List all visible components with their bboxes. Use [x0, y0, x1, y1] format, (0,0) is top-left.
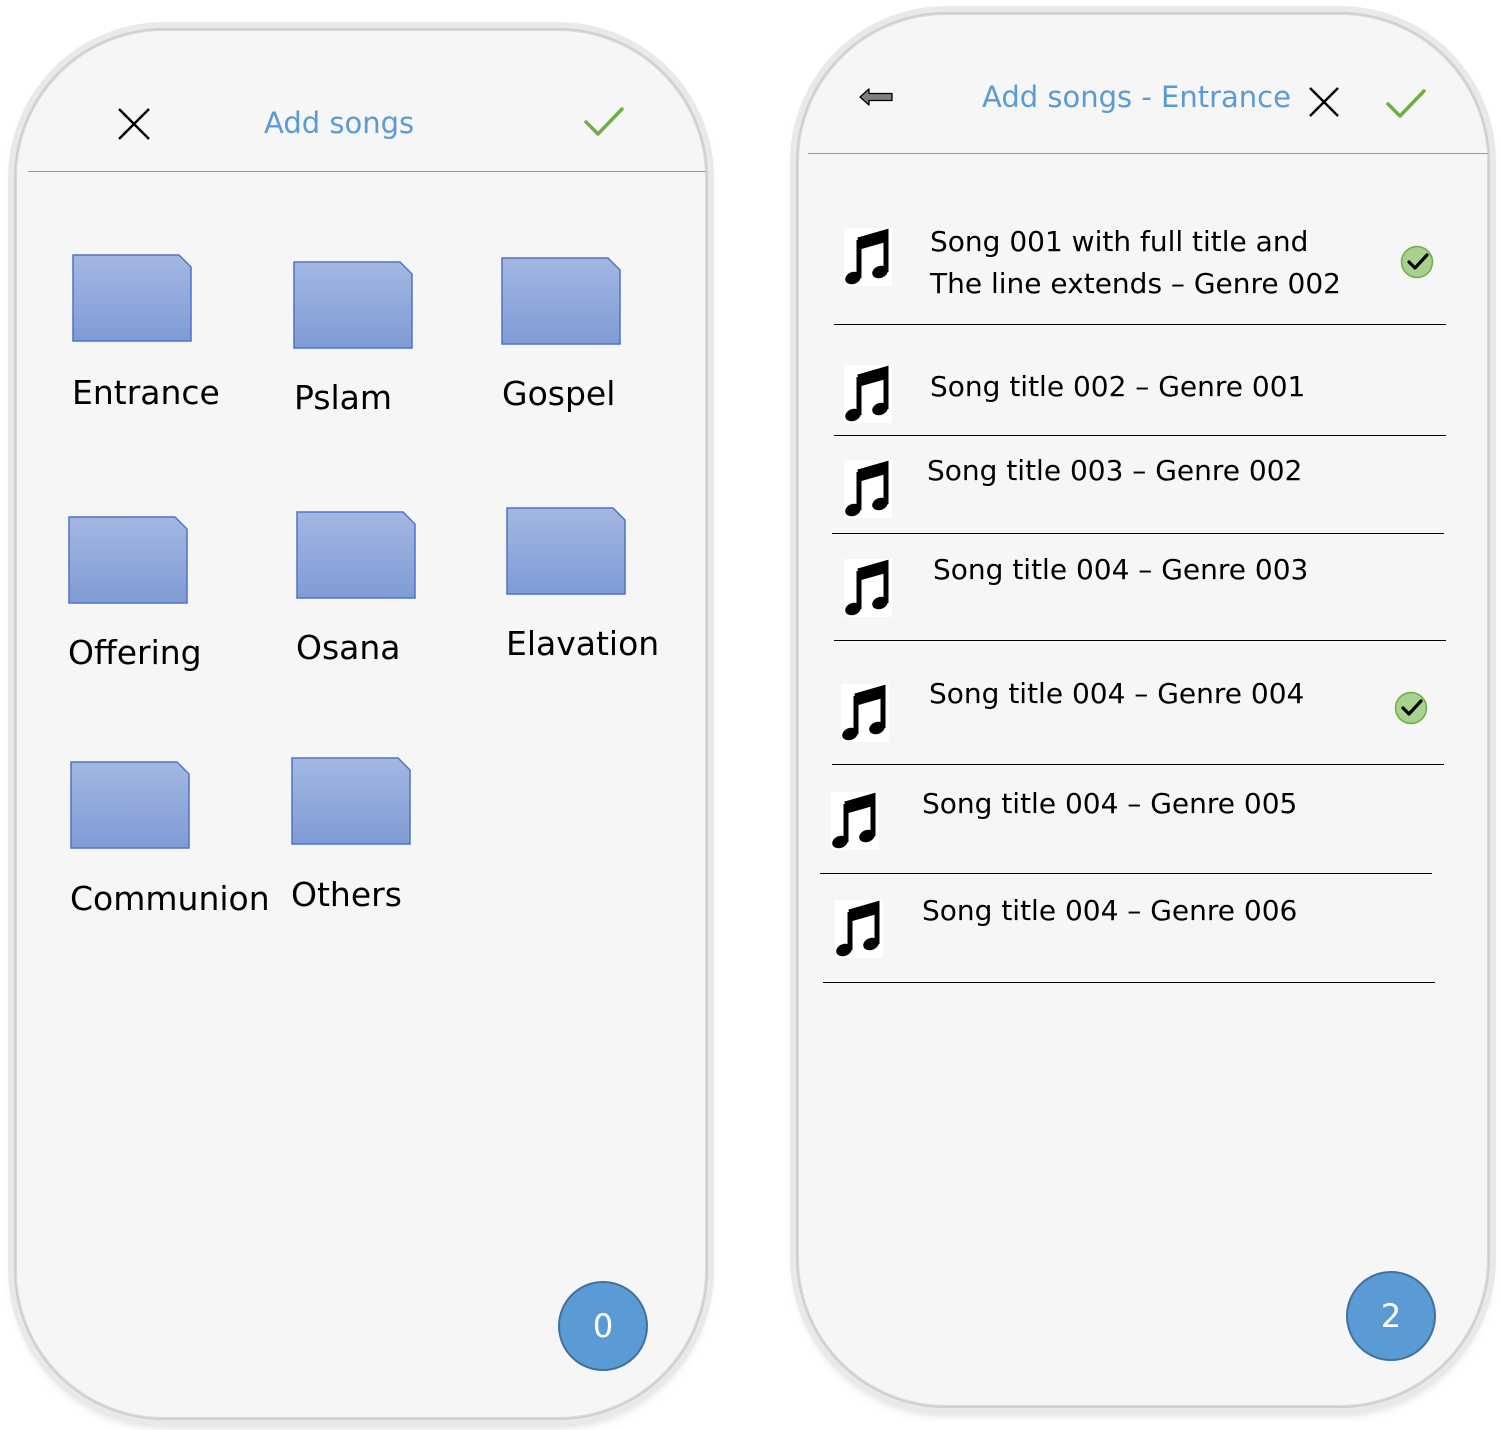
selected-count-badge[interactable]: 2: [1346, 1271, 1436, 1361]
folder-icon: [506, 507, 626, 595]
selected-check-icon[interactable]: [1394, 691, 1428, 725]
category-label[interactable]: Others: [291, 875, 402, 914]
folder-icon: [293, 261, 413, 349]
song-title: Song title 004 – Genre 005: [922, 787, 1298, 820]
row-divider: [832, 533, 1444, 534]
category-label[interactable]: Communion: [70, 879, 270, 918]
header-divider: [28, 171, 706, 172]
selected-count-badge[interactable]: 0: [558, 1281, 648, 1371]
category-folder[interactable]: [291, 757, 411, 845]
row-divider: [834, 324, 1446, 325]
row-divider: [820, 873, 1432, 874]
category-folder[interactable]: [68, 516, 188, 604]
category-label[interactable]: Entrance: [72, 373, 220, 412]
music-note-icon: [835, 900, 883, 958]
song-title: Song title 004 – Genre 006: [922, 894, 1298, 927]
folder-icon: [72, 254, 192, 342]
song-title: Song 001 with full title and: [930, 225, 1309, 258]
category-folder[interactable]: [506, 507, 626, 595]
song-title: Song title 002 – Genre 001: [930, 370, 1306, 403]
folder-icon: [70, 761, 190, 849]
checkmark-icon: [584, 107, 624, 136]
song-title: Song title 004 – Genre 003: [933, 553, 1309, 586]
category-label[interactable]: Gospel: [502, 374, 615, 413]
confirm-button[interactable]: [1384, 86, 1428, 122]
folder-icon: [501, 257, 621, 345]
category-folder[interactable]: [72, 254, 192, 342]
back-arrow-icon: [859, 88, 893, 106]
header-divider: [808, 153, 1488, 154]
close-button[interactable]: [112, 102, 156, 146]
checkmark-icon: [1386, 89, 1426, 118]
folder-icon: [68, 516, 188, 604]
category-folder[interactable]: [293, 261, 413, 349]
page-title: Add songs: [264, 106, 415, 140]
close-icon: [1309, 87, 1339, 117]
music-note-icon: [844, 460, 892, 518]
category-folder[interactable]: [296, 511, 416, 599]
row-divider: [832, 764, 1444, 765]
close-button[interactable]: [1304, 82, 1344, 122]
category-label[interactable]: Pslam: [294, 378, 392, 417]
row-divider: [834, 435, 1446, 436]
back-button[interactable]: [856, 84, 896, 110]
category-folder[interactable]: [501, 257, 621, 345]
music-note-icon: [841, 684, 889, 742]
song-title: Song title 003 – Genre 002: [927, 454, 1303, 487]
music-note-icon: [831, 792, 879, 850]
row-divider: [834, 640, 1446, 641]
folder-icon: [296, 511, 416, 599]
category-folder[interactable]: [70, 761, 190, 849]
add-songs-screen: Add songs Entrance Pslam Gospel Offering Osa…: [14, 28, 708, 1420]
song-title: Song title 004 – Genre 004: [929, 677, 1305, 710]
add-songs-entrance-screen: Add songs - Entrance Song 001 with full …: [796, 12, 1490, 1408]
row-divider: [823, 982, 1435, 983]
folder-icon: [291, 757, 411, 845]
category-label[interactable]: Elavation: [506, 624, 659, 663]
category-label[interactable]: Offering: [68, 633, 202, 672]
confirm-button[interactable]: [582, 102, 626, 142]
category-label[interactable]: Osana: [296, 628, 401, 667]
close-icon: [118, 108, 150, 140]
music-note-icon: [844, 559, 892, 617]
music-note-icon: [844, 228, 892, 286]
music-note-icon: [844, 365, 892, 423]
song-title-line2: The line extends – Genre 002: [930, 267, 1341, 300]
page-title: Add songs - Entrance: [982, 80, 1291, 114]
selected-check-icon[interactable]: [1400, 245, 1434, 279]
